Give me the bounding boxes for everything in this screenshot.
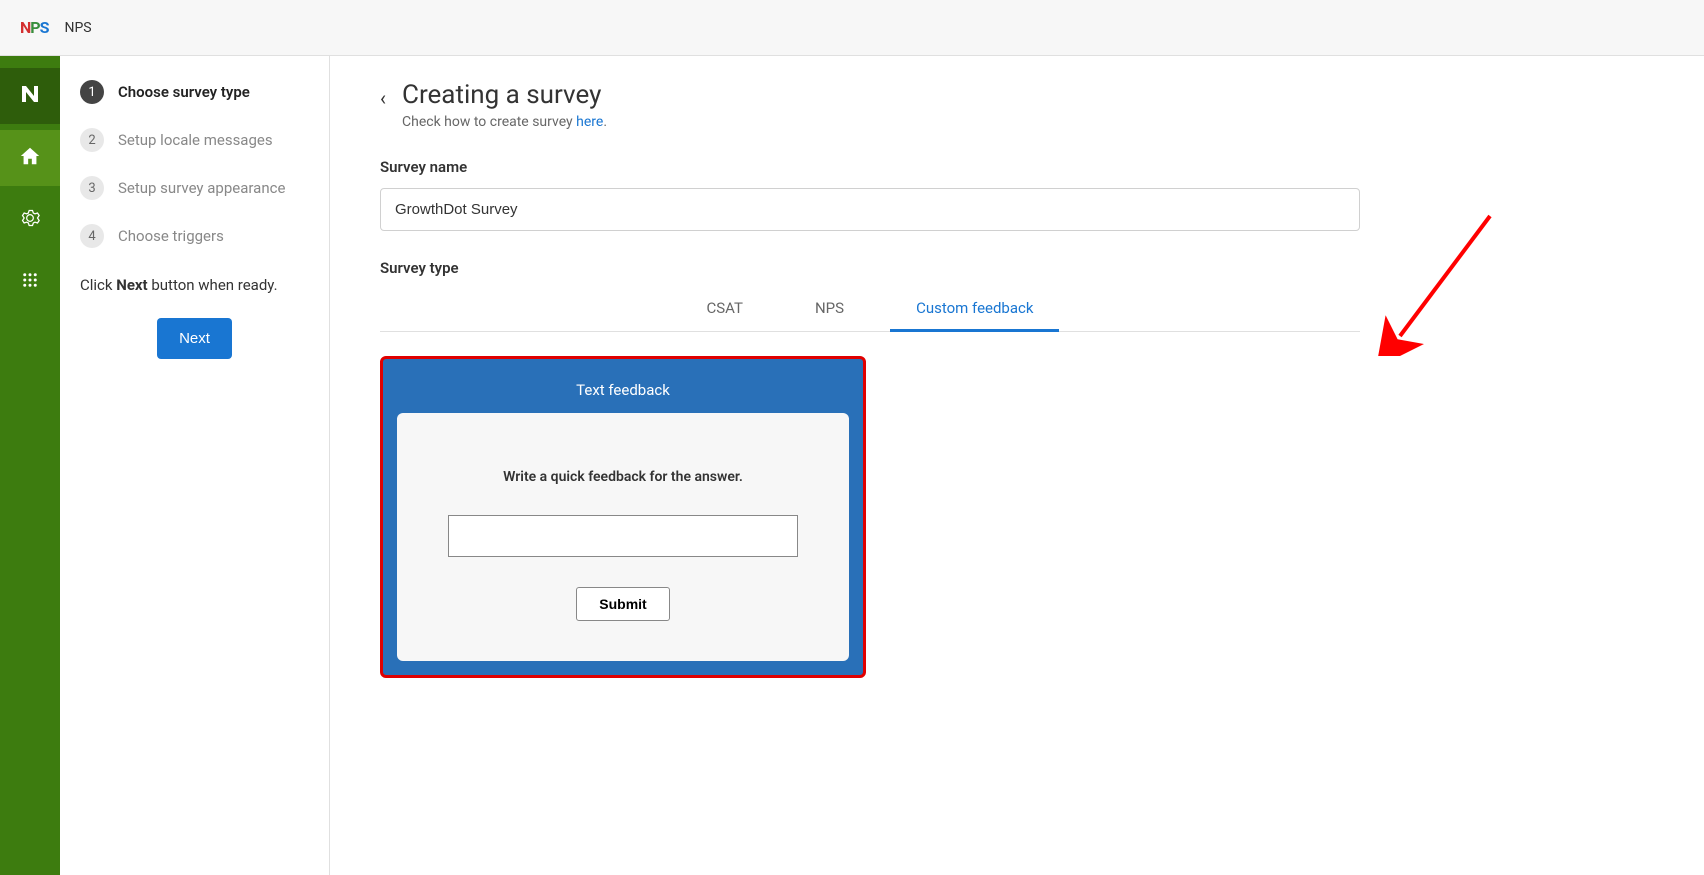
wizard-hint: Click Next button when ready.: [80, 276, 309, 294]
step-label: Choose survey type: [118, 83, 250, 101]
rail-item-home[interactable]: [0, 130, 60, 186]
step-setup-appearance[interactable]: 3 Setup survey appearance: [80, 176, 309, 200]
subtitle-suffix: .: [603, 114, 607, 130]
survey-name-input[interactable]: [380, 188, 1360, 231]
feedback-input[interactable]: [448, 515, 798, 557]
tab-nps[interactable]: NPS: [809, 289, 850, 331]
preview-card-title: Text feedback: [397, 373, 849, 413]
step-label: Setup survey appearance: [118, 179, 285, 197]
hint-bold: Next: [116, 276, 147, 294]
survey-name-label: Survey name: [380, 158, 1654, 176]
nps-logo: NPS: [20, 18, 48, 37]
step-number: 3: [80, 176, 104, 200]
rail-item-apps[interactable]: [0, 254, 60, 310]
feedback-prompt: Write a quick feedback for the answer.: [427, 469, 819, 485]
step-number: 4: [80, 224, 104, 248]
home-icon: [19, 145, 41, 172]
step-number: 2: [80, 128, 104, 152]
survey-type-label: Survey type: [380, 259, 1654, 277]
rail-item-settings[interactable]: [0, 192, 60, 248]
step-choose-triggers[interactable]: 4 Choose triggers: [80, 224, 309, 248]
left-rail: [0, 56, 60, 875]
subtitle-link[interactable]: here: [576, 114, 603, 130]
subtitle-prefix: Check how to create survey: [402, 114, 576, 130]
step-list: 1 Choose survey type 2 Setup locale mess…: [80, 80, 309, 248]
step-setup-locale[interactable]: 2 Setup locale messages: [80, 128, 309, 152]
tab-custom-feedback[interactable]: Custom feedback: [910, 289, 1039, 331]
page-subtitle: Check how to create survey here.: [402, 114, 607, 130]
n-logo-icon: [18, 82, 42, 111]
wizard-sidebar: 1 Choose survey type 2 Setup locale mess…: [60, 56, 330, 875]
preview-inner: Write a quick feedback for the answer. S…: [397, 413, 849, 661]
page-title: Creating a survey: [402, 80, 607, 110]
step-label: Choose triggers: [118, 227, 224, 245]
gear-icon: [20, 208, 40, 233]
step-choose-survey-type[interactable]: 1 Choose survey type: [80, 80, 309, 104]
hint-prefix: Click: [80, 276, 116, 294]
rail-item-logo[interactable]: [0, 68, 60, 124]
survey-type-tabs: CSAT NPS Custom feedback: [380, 289, 1360, 332]
main-content: ‹ Creating a survey Check how to create …: [330, 56, 1704, 875]
next-button[interactable]: Next: [157, 318, 232, 359]
apps-icon: [21, 270, 39, 294]
app-title: NPS: [64, 20, 91, 36]
tab-csat[interactable]: CSAT: [701, 289, 749, 331]
hint-suffix: button when ready.: [148, 276, 278, 294]
step-label: Setup locale messages: [118, 131, 273, 149]
back-chevron-icon[interactable]: ‹: [380, 80, 386, 110]
survey-preview-card: Text feedback Write a quick feedback for…: [380, 356, 866, 678]
step-number: 1: [80, 80, 104, 104]
submit-button[interactable]: Submit: [576, 587, 669, 621]
top-header: NPS NPS: [0, 0, 1704, 56]
